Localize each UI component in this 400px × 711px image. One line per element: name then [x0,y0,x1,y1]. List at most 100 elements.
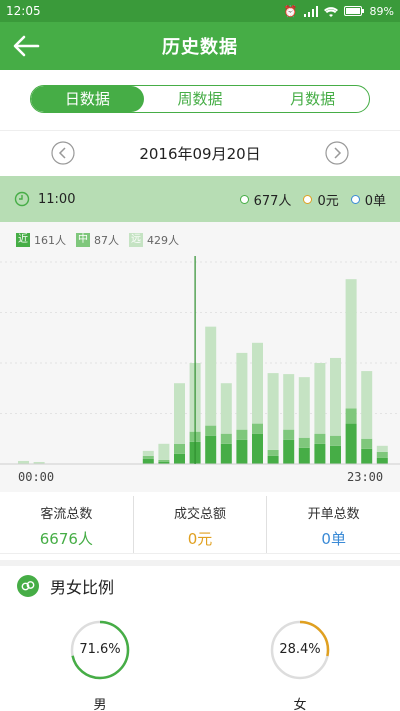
bar-19:00-远 [314,363,326,434]
female-ratio: 28.4% 女 [200,620,400,711]
people-dot-icon [239,194,249,204]
female-label: 女 [293,698,307,711]
amount-stat: 0元 [303,190,339,209]
bar-08:00-中 [142,455,154,459]
x-axis-start-label: 00:00 [18,470,55,484]
bar-16:00-中 [267,449,279,456]
daily-totals: 客流总数 6676人 成交总额 0元 开单总数 0单 [0,496,400,554]
total-traffic: 客流总数 6676人 [0,496,134,553]
tab-day[interactable]: 日数据 [31,86,144,112]
bar-22:00-远 [361,371,373,439]
gender-ratio-header: 男女比例 [0,566,400,606]
bar-10:00-近 [174,453,185,464]
bar-17:00-近 [283,439,295,464]
total-traffic-label: 客流总数 [40,507,93,522]
battery-percent: 89% [369,4,394,18]
date-selector: 2016年09月20日 [0,130,400,176]
status-icons: ⏰ 89% [284,5,394,18]
bar-16:00-远 [267,373,279,450]
gender-ratios: 71.6% 男 28.4% 女 [0,620,400,711]
period-tabs: 日数据 周数据 月数据 [30,85,370,113]
tab-month[interactable]: 月数据 [256,86,369,112]
male-label: 男 [93,698,107,711]
people-value: 677人 [253,193,292,209]
orders-stat: 0单 [350,190,386,209]
current-date: 2016年09月20日 [139,145,261,163]
bar-14:00-中 [236,429,248,440]
bar-22:00-中 [361,438,373,449]
amount-value: 0元 [317,193,339,209]
bar-23:00-远 [376,445,388,452]
bar-12:00-远 [205,326,217,426]
bar-chart-plot [0,256,400,465]
gender-icon [17,575,39,597]
bar-15:00-中 [252,423,263,434]
gender-ratio-title: 男女比例 [50,578,115,597]
amount-dot-icon [303,194,313,204]
male-percent: 71.6% [79,642,121,657]
male-ratio: 71.6% 男 [0,620,200,711]
bar-15:00-近 [252,433,263,464]
next-date-button[interactable] [325,141,349,165]
bar-20:00-近 [330,445,341,464]
total-sales: 成交总额 0元 [134,496,268,553]
hourly-traffic-chart[interactable]: 近 161人 中 87人 远 429人 00:00 23:00 [0,222,400,492]
total-orders: 开单总数 0单 [267,496,400,553]
orders-dot-icon [350,194,360,204]
total-sales-value: 0元 [187,530,213,548]
bar-18:00-近 [298,447,310,464]
bar-12:00-近 [205,435,217,464]
selected-time: 11:00 [38,191,76,207]
bar-09:00-远 [158,443,170,460]
app-bar: 历史数据 [0,22,400,70]
wifi-icon [323,6,338,17]
bar-14:00-近 [236,439,248,464]
bar-21:00-远 [345,279,357,409]
page-title: 历史数据 [162,37,238,58]
status-bar: 12:05 ⏰ 89% [0,0,400,22]
prev-date-button[interactable] [51,141,75,165]
bar-10:00-远 [174,383,185,444]
orders-value: 0单 [364,193,386,209]
bar-20:00-中 [330,435,341,446]
female-ring: 28.4% [270,620,330,680]
bar-09:00-中 [158,459,170,462]
bar-23:00-中 [376,451,388,458]
bar-14:00-远 [236,352,248,430]
bar-23:00-近 [376,457,388,464]
male-ring: 71.6% [70,620,130,680]
bar-18:00-中 [298,437,310,448]
bar-16:00-近 [267,455,279,464]
total-orders-label: 开单总数 [307,507,360,522]
bar-08:00-远 [142,450,154,456]
bar-22:00-近 [361,448,373,464]
total-sales-label: 成交总额 [174,507,227,522]
bar-08:00-近 [142,458,154,464]
bar-18:00-远 [298,377,310,438]
tab-week[interactable]: 周数据 [144,86,257,112]
gender-ratio-section: 男女比例 71.6% 男 28.4% 女 [0,560,400,711]
status-time: 12:05 [6,4,41,18]
bar-21:00-中 [345,408,357,424]
x-axis-end-label: 23:00 [347,470,384,484]
bar-20:00-远 [330,357,341,436]
bar-17:00-中 [283,429,295,440]
bar-13:00-近 [220,443,232,464]
people-stat: 677人 [239,190,292,209]
bar-15:00-远 [252,342,263,424]
total-orders-value: 0单 [321,530,346,548]
bar-17:00-远 [283,374,295,430]
bar-21:00-近 [345,423,357,464]
bar-19:00-近 [314,443,326,464]
alarm-icon: ⏰ [283,4,298,18]
total-traffic-value: 6676人 [39,530,93,548]
bar-10:00-中 [174,443,185,454]
bar-19:00-中 [314,433,326,444]
bar-13:00-中 [220,433,232,444]
selected-hour-info: 11:00 677人 0元 0单 [0,176,400,222]
female-percent: 28.4% [279,642,321,657]
back-arrow-icon[interactable] [10,30,42,62]
period-tabs-container: 日数据 周数据 月数据 [0,70,400,130]
bar-12:00-中 [205,425,217,436]
signal-icon [303,5,318,17]
